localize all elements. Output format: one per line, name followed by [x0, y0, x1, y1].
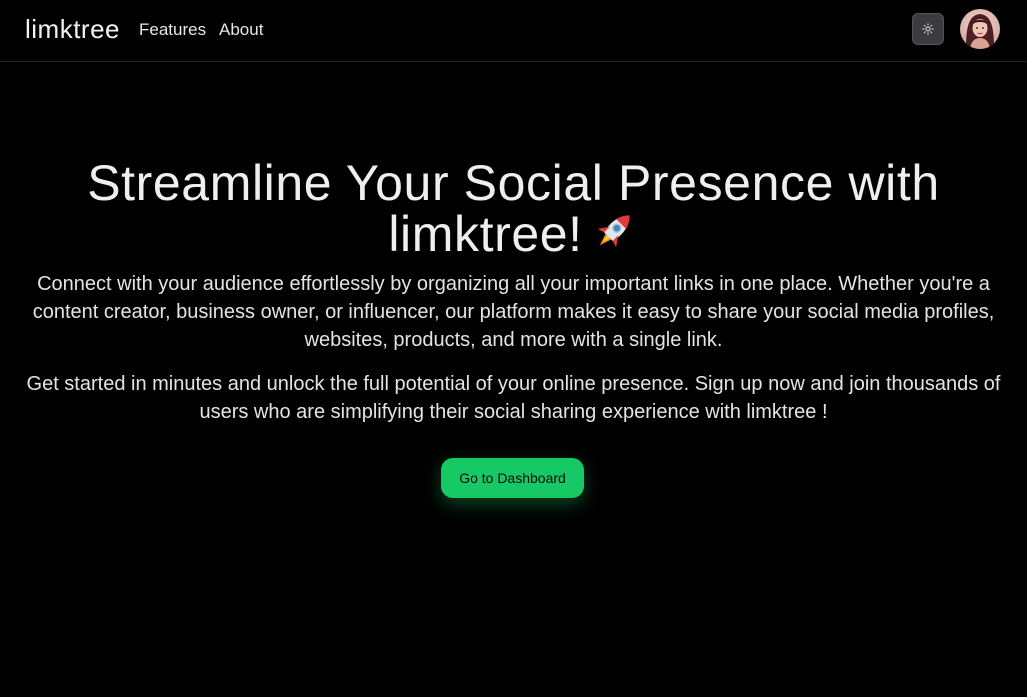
sun-icon [922, 23, 934, 35]
nav-link-about[interactable]: About [219, 19, 263, 41]
navbar: limktree Features About [0, 0, 1027, 62]
go-to-dashboard-button[interactable]: Go to Dashboard [441, 458, 584, 498]
hero-description-secondary: Get started in minutes and unlock the fu… [26, 373, 1001, 423]
user-avatar[interactable] [960, 9, 1000, 49]
hero-title-text: Streamline Your Social Presence with lim… [87, 155, 940, 262]
hero-description-primary: Connect with your audience effortlessly … [32, 273, 995, 351]
hero-section: Streamline Your Social Presence with lim… [0, 62, 1027, 697]
brand-logo[interactable]: limktree [25, 12, 120, 46]
avatar-image [960, 9, 1000, 49]
theme-toggle-button[interactable] [912, 13, 944, 45]
rocket-icon [589, 207, 639, 262]
hero-title: Streamline Your Social Presence with lim… [20, 158, 1007, 262]
nav-link-features[interactable]: Features [139, 19, 206, 41]
